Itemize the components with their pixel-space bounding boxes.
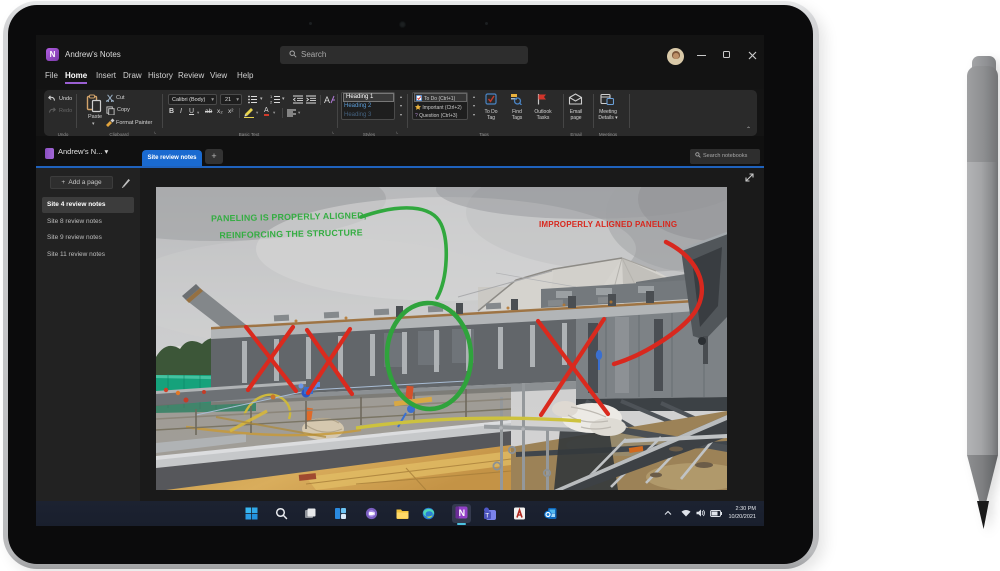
svg-text:2: 2: [270, 100, 273, 105]
svg-text:T: T: [485, 513, 489, 520]
svg-text:A: A: [324, 95, 330, 105]
svg-text:IMPROPERLY ALIGNED PANELING: IMPROPERLY ALIGNED PANELING: [539, 220, 677, 229]
svg-text:N: N: [459, 508, 466, 518]
svg-text:1: 1: [270, 95, 273, 99]
